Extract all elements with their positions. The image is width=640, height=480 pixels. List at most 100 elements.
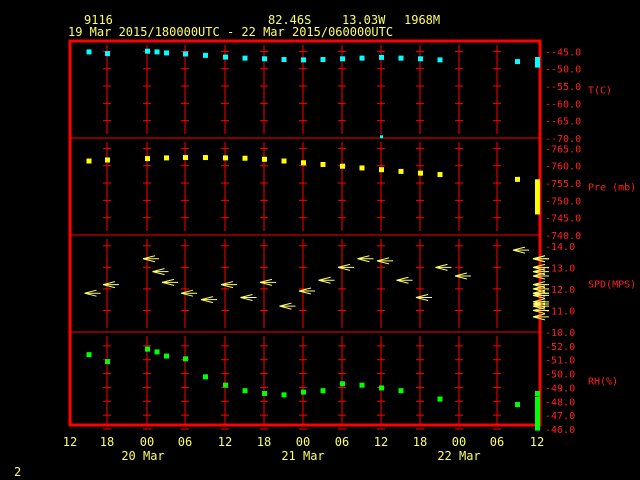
- pres-point: [86, 158, 92, 164]
- pres-point: [320, 161, 326, 167]
- rh-point: [515, 402, 520, 408]
- rh-point: [154, 349, 160, 355]
- wind-arrow: [161, 278, 178, 286]
- pres-point: [398, 168, 404, 174]
- temp-point: [320, 57, 326, 63]
- rh-point: [183, 356, 188, 362]
- wind-arrow: [279, 302, 296, 310]
- temp-point: [145, 48, 150, 54]
- y-tick-label: -750.0: [545, 196, 581, 207]
- y-tick-label: -745.0: [545, 214, 581, 225]
- wind-arrow: [102, 281, 119, 289]
- rh-point: [262, 390, 267, 396]
- temp-point: [340, 56, 345, 62]
- pres-point: [437, 172, 443, 178]
- pres-point: [515, 176, 520, 182]
- meteogram-chart: 12 18 00 06 12 18 00 06 12 18 00 06 12 20 Mar 21 Mar 22…: [63, 39, 636, 463]
- rh-point: [535, 425, 540, 431]
- temp-point: [223, 54, 228, 60]
- rh-point: [535, 396, 540, 402]
- temp-point: [398, 55, 404, 61]
- rh-point: [379, 385, 384, 391]
- panel-label-temp: T(C): [588, 86, 612, 97]
- y-tick-label: -46.0: [545, 425, 575, 436]
- wind-arrow: [180, 289, 197, 297]
- temp-point: [105, 51, 110, 57]
- wind-arrow: [84, 289, 101, 297]
- temp-point: [262, 56, 267, 62]
- wind-arrow: [240, 294, 257, 301]
- rh-point: [340, 381, 345, 387]
- wind-arrow: [318, 276, 335, 284]
- y-tick-label: -49.0: [545, 383, 575, 394]
- rh-point: [437, 396, 443, 402]
- temp-point: [281, 57, 287, 63]
- rh-point: [145, 346, 150, 352]
- pres-point: [301, 160, 306, 166]
- wind-arrow: [220, 281, 237, 289]
- pres-point: [418, 170, 423, 176]
- rh-point: [242, 388, 248, 394]
- y-tick-label: -755.0: [545, 179, 581, 190]
- wind-arrow: [454, 272, 471, 280]
- pres-point: [281, 158, 287, 164]
- rh-point: [105, 359, 110, 365]
- rh-point: [223, 382, 228, 388]
- x-tick-label: 18: [100, 435, 114, 449]
- temp-point: [437, 57, 443, 63]
- temp-point: [164, 50, 169, 56]
- rh-point: [320, 388, 326, 394]
- wind-arrow: [435, 263, 452, 271]
- y-tick-label: -765.0: [545, 144, 581, 155]
- wind-arrow: [512, 246, 529, 254]
- pres-point: [203, 155, 208, 161]
- x-tick-label: 12: [530, 435, 544, 449]
- y-tick-label: -47.0: [545, 411, 575, 422]
- pres-point: [262, 156, 267, 162]
- temp-point: [535, 59, 540, 65]
- pres-point: [242, 155, 248, 161]
- x-tick-label: 06: [178, 435, 192, 449]
- y-tick-label: -50.0: [545, 370, 575, 381]
- temp-point: [242, 55, 248, 61]
- y-tick-label: -52.0: [545, 342, 575, 353]
- pres-point: [105, 157, 110, 163]
- panel-label-rh: RH(%): [588, 377, 618, 388]
- wind-arrow: [415, 294, 432, 301]
- pres-point: [164, 155, 169, 161]
- rh-point: [203, 374, 208, 380]
- y-tick-label: -740.0: [545, 231, 581, 242]
- x-tick-label: 18: [413, 435, 427, 449]
- pres-point: [379, 167, 384, 173]
- pres-point: [340, 163, 345, 169]
- x-tick-label: 12: [218, 435, 232, 449]
- x-tick-label: 12: [374, 435, 388, 449]
- x-tick-label: 00: [452, 435, 466, 449]
- y-tick-label: -13.0: [545, 263, 575, 274]
- x-day-label: 20 Mar: [121, 449, 164, 463]
- rh-point: [281, 392, 287, 398]
- x-tick-label: 18: [257, 435, 271, 449]
- y-tick-label: --65.0: [545, 117, 581, 128]
- y-tick-label: --45.0: [545, 47, 581, 58]
- wind-arrow: [337, 263, 354, 271]
- pres-point: [535, 209, 540, 215]
- y-tick-label: -11.0: [545, 306, 575, 317]
- temp-point: [154, 49, 160, 55]
- pres-point: [183, 155, 188, 161]
- plot-frame: [68, 39, 542, 427]
- pres-point: [145, 156, 150, 162]
- x-day-label: 21 Mar: [281, 449, 324, 463]
- x-day-label: 22 Mar: [437, 449, 480, 463]
- wind-arrow: [200, 296, 217, 304]
- y-tick-label: --70.0: [545, 134, 581, 145]
- wind-arrow: [532, 255, 549, 263]
- wind-arrow: [357, 255, 374, 263]
- panel-label-pres: Pre (mb): [588, 183, 636, 194]
- pres-point: [223, 155, 228, 161]
- y-tick-label: -760.0: [545, 162, 581, 173]
- temp-point: [359, 55, 365, 61]
- rh-point: [535, 390, 540, 396]
- wind-arrow: [142, 255, 159, 263]
- y-tick-label: --55.0: [545, 82, 581, 93]
